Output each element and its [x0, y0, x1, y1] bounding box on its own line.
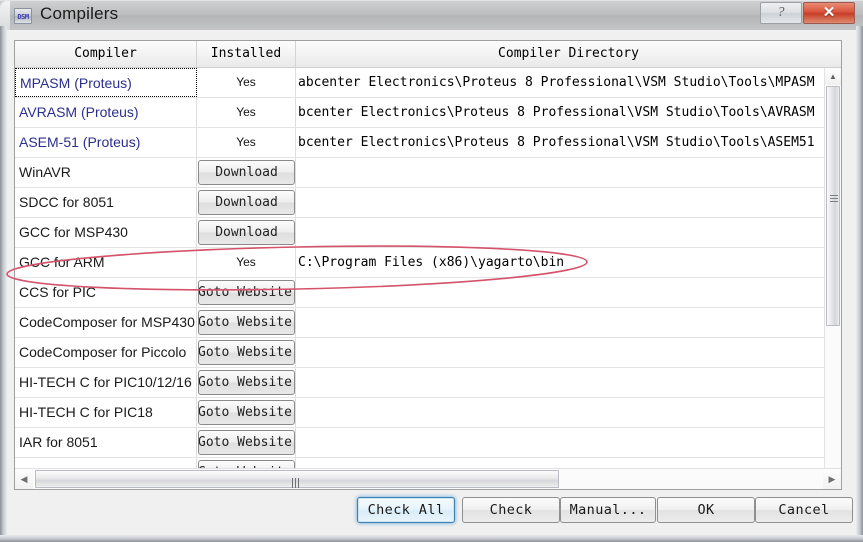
cell-compiler-name[interactable]: MPASM (Proteus): [15, 68, 197, 97]
ok-button[interactable]: OK: [657, 497, 755, 523]
download-button[interactable]: Download: [198, 220, 295, 245]
app-icon: DSM: [14, 8, 32, 24]
cell-compiler-directory: [296, 158, 825, 187]
cell-compiler-name[interactable]: ASEM-51 (Proteus): [15, 128, 197, 157]
table-row[interactable]: CodeComposer for MSP430 Goto Website: [15, 308, 825, 338]
table-body: MPASM (Proteus) Yes abcenter Electronics\P…: [15, 68, 825, 488]
column-header-compiler[interactable]: Compiler: [15, 41, 197, 67]
table-row[interactable]: AVRASM (Proteus) Yes bcenter Electronics\P…: [15, 98, 825, 128]
table-row[interactable]: ASEM-51 (Proteus) Yes bcenter Electronics\…: [15, 128, 825, 158]
table-row[interactable]: CCS for PIC Goto Website: [15, 278, 825, 308]
download-button[interactable]: Download: [198, 190, 295, 215]
scroll-up-arrow-icon[interactable]: ▲: [825, 68, 841, 85]
check-all-button[interactable]: Check All: [357, 497, 455, 523]
compilers-dialog-window: DSM Compilers ? ✕ Compiler Installed Com…: [0, 0, 863, 542]
question-mark-icon: ?: [777, 5, 785, 20]
compilers-table: Compiler Installed Compiler Directory MP…: [14, 40, 842, 490]
table-row[interactable]: SDCC for 8051 Download: [15, 188, 825, 218]
column-header-directory[interactable]: Compiler Directory: [296, 41, 841, 67]
cancel-button[interactable]: Cancel: [755, 497, 853, 523]
scroll-left-arrow-icon[interactable]: ◀: [15, 469, 33, 489]
manual-button[interactable]: Manual...: [560, 497, 656, 523]
title-bar: DSM Compilers ? ✕: [0, 0, 863, 31]
table-header-row: Compiler Installed Compiler Directory: [15, 41, 841, 68]
cell-compiler-name: HI-TECH C for PIC10/12/16: [15, 368, 197, 397]
table-row[interactable]: HI-TECH C for PIC18 Goto Website: [15, 398, 825, 428]
cell-compiler-directory: [296, 188, 825, 217]
table-row[interactable]: MPASM (Proteus) Yes abcenter Electronics\P…: [15, 68, 825, 98]
table-row[interactable]: GCC for MSP430 Download: [15, 218, 825, 248]
cell-compiler-name: IAR for 8051: [15, 428, 197, 457]
close-icon: ✕: [822, 4, 836, 21]
cell-compiler-directory: bcenter Electronics\Proteus 8 Profession…: [298, 135, 815, 150]
goto-website-button[interactable]: Goto Website: [198, 310, 295, 335]
help-button[interactable]: ?: [760, 2, 802, 24]
close-button[interactable]: ✕: [803, 2, 855, 24]
table-row[interactable]: WinAVR Download: [15, 158, 825, 188]
cell-compiler-directory: [296, 398, 825, 427]
table-row[interactable]: HI-TECH C for PIC10/12/16 Goto Website: [15, 368, 825, 398]
goto-website-button[interactable]: Goto Website: [198, 400, 295, 425]
goto-website-button[interactable]: Goto Website: [198, 430, 295, 455]
window-frame-bottom: [0, 535, 863, 542]
scroll-right-arrow-icon[interactable]: ▶: [823, 469, 841, 489]
cell-compiler-name: SDCC for 8051: [15, 188, 197, 217]
cell-compiler-name: GCC for MSP430: [15, 218, 197, 247]
cell-compiler-directory: [296, 308, 825, 337]
cell-installed-status: Yes: [197, 128, 296, 157]
dialog-client-area: Compiler Installed Compiler Directory MP…: [7, 30, 856, 535]
download-button[interactable]: Download: [198, 160, 295, 185]
cell-compiler-name: HI-TECH C for PIC18: [15, 398, 197, 427]
window-frame-right: [856, 26, 863, 542]
goto-website-button[interactable]: Goto Website: [198, 340, 295, 365]
table-row[interactable]: GCC for ARM Yes C:\Program Files (x86)\yag…: [15, 248, 825, 278]
cell-compiler-name: CCS for PIC: [15, 278, 197, 307]
goto-website-button[interactable]: Goto Website: [198, 280, 295, 305]
cell-compiler-directory: [296, 218, 825, 247]
scrollbar-grip-icon: [830, 195, 838, 202]
cell-compiler-directory: [296, 338, 825, 367]
horizontal-scrollbar[interactable]: ◀ ▶: [15, 468, 841, 489]
table-row[interactable]: IAR for 8051 Goto Website: [15, 428, 825, 458]
cell-compiler-directory: [296, 278, 825, 307]
column-header-installed[interactable]: Installed: [197, 41, 296, 67]
cell-compiler-name[interactable]: AVRASM (Proteus): [15, 98, 197, 127]
check-button[interactable]: Check: [462, 497, 560, 523]
cell-installed-status: Yes: [197, 68, 296, 97]
cell-compiler-directory: bcenter Electronics\Proteus 8 Profession…: [298, 105, 815, 120]
cell-compiler-name: CodeComposer for MSP430: [15, 308, 197, 337]
vertical-scrollbar-thumb[interactable]: [826, 86, 840, 326]
cell-compiler-directory: abcenter Electronics\Proteus 8 Professio…: [298, 75, 815, 90]
scrollbar-grip-icon-horizontal: [292, 475, 302, 488]
vertical-scrollbar[interactable]: ▲ ▼: [824, 68, 841, 489]
app-icon-glyph: DSM: [17, 13, 29, 21]
cell-compiler-directory: C:\Program Files (x86)\yagarto\bin: [298, 255, 565, 270]
cell-compiler-name: WinAVR: [15, 158, 197, 187]
window-frame-left: [0, 26, 7, 542]
table-row[interactable]: CodeComposer for Piccolo Goto Website: [15, 338, 825, 368]
cell-installed-status: Yes: [197, 98, 296, 127]
cell-compiler-name: CodeComposer for Piccolo: [15, 338, 197, 367]
dialog-button-bar: Check All Check Manual... OK Cancel: [7, 497, 856, 523]
goto-website-button[interactable]: Goto Website: [198, 370, 295, 395]
cell-compiler-directory: [296, 368, 825, 397]
horizontal-scrollbar-thumb[interactable]: [35, 470, 559, 488]
window-title: Compilers: [40, 4, 119, 23]
cell-installed-status: Yes: [197, 248, 296, 277]
cell-compiler-name: GCC for ARM: [15, 248, 197, 277]
cell-compiler-directory: [296, 428, 825, 457]
